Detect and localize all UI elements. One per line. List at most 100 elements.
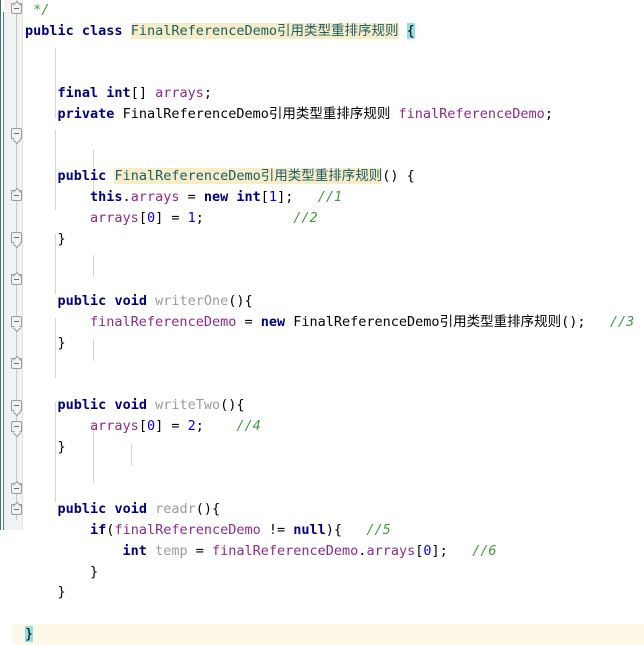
code-token: } bbox=[57, 584, 66, 601]
code-token: ]; bbox=[277, 189, 318, 206]
code-token: //6 bbox=[472, 542, 497, 559]
code-token: arrays bbox=[155, 85, 204, 102]
code-token: [ bbox=[138, 417, 147, 434]
line-blank-5[interactable] bbox=[23, 250, 644, 271]
line-writetwo-close[interactable]: } bbox=[23, 437, 644, 458]
line-blank-8[interactable] bbox=[23, 374, 644, 395]
code-token: writerOne bbox=[155, 293, 229, 310]
code-token: 0 bbox=[146, 417, 156, 434]
code-token: ; bbox=[544, 105, 553, 122]
code-token: = bbox=[187, 542, 212, 559]
fold-toggle-icon[interactable] bbox=[11, 316, 22, 327]
code-token: void bbox=[114, 397, 147, 414]
line-readr-if-close[interactable]: } bbox=[23, 562, 644, 583]
line-readr-temp[interactable]: int temp = finalReferenceDemo.arrays[0];… bbox=[23, 541, 644, 562]
fold-toggle-icon[interactable] bbox=[11, 483, 22, 494]
code-token: void bbox=[114, 293, 147, 310]
line-ctor-new-array[interactable]: this.arrays = new int[1]; //1 bbox=[23, 187, 644, 208]
line-blank-2[interactable] bbox=[23, 62, 644, 83]
editor-gutter[interactable] bbox=[4, 0, 23, 530]
fold-toggle-icon[interactable] bbox=[11, 3, 22, 14]
line-blank-4[interactable] bbox=[23, 146, 644, 167]
line-ctor-decl[interactable]: public FinalReferenceDemo引用类型重排序规则() { bbox=[23, 166, 644, 187]
line-blank-6[interactable] bbox=[23, 270, 644, 291]
line-field-ref[interactable]: private FinalReferenceDemo引用类型重排序规则 fina… bbox=[23, 104, 644, 125]
code-token: [ bbox=[260, 189, 269, 206]
code-token: ; bbox=[203, 85, 212, 102]
line-readr-close[interactable]: } bbox=[23, 582, 644, 603]
code-token: 0 bbox=[146, 209, 156, 226]
code-token: //3 bbox=[609, 313, 635, 330]
code-token: //1 bbox=[317, 189, 343, 206]
fold-toggle-icon[interactable] bbox=[11, 358, 22, 369]
code-token: [ bbox=[415, 542, 424, 559]
code-token: arrays bbox=[366, 542, 416, 559]
fold-rail bbox=[16, 0, 17, 520]
line-class-close[interactable]: } bbox=[13, 623, 644, 645]
line-blank-11[interactable] bbox=[23, 603, 644, 624]
line-writetwo-decl[interactable]: public void writeTwo(){ bbox=[23, 395, 644, 416]
code-editor[interactable]: */ public class FinalReferenceDemo引用类型重排序… bbox=[0, 0, 644, 645]
fold-toggle-icon[interactable] bbox=[11, 128, 22, 139]
code-token: public bbox=[25, 22, 74, 39]
line-ctor-assign[interactable]: arrays[0] = 1; //2 bbox=[23, 208, 644, 229]
line-writerone-close[interactable]: } bbox=[23, 333, 644, 354]
line-readr-decl[interactable]: public void readr(){ bbox=[23, 499, 644, 520]
line-blank-1[interactable] bbox=[23, 42, 644, 63]
code-token: public bbox=[57, 397, 107, 414]
code-token: new bbox=[203, 189, 229, 206]
line-blank-9[interactable] bbox=[23, 458, 644, 479]
code-token: class bbox=[81, 22, 123, 39]
code-token: this bbox=[90, 189, 123, 206]
line-writerone-body[interactable]: finalReferenceDemo = new FinalReferenceD… bbox=[23, 312, 644, 333]
code-token: public bbox=[57, 168, 107, 185]
code-token: void bbox=[114, 501, 147, 518]
code-token: new bbox=[260, 313, 286, 330]
code-token: int bbox=[236, 189, 261, 206]
code-line-list[interactable]: */ public class FinalReferenceDemo引用类型重排序… bbox=[13, 0, 644, 645]
code-token: ] = bbox=[155, 417, 188, 434]
line-ctor-close[interactable]: } bbox=[23, 229, 644, 250]
code-token: ; bbox=[195, 209, 294, 226]
code-token: //2 bbox=[293, 209, 318, 226]
line-field-arrays[interactable]: final int[] arrays; bbox=[23, 83, 644, 104]
fold-toggle-icon[interactable] bbox=[11, 190, 22, 201]
fold-toggle-icon[interactable] bbox=[11, 504, 22, 515]
fold-toggle-icon[interactable] bbox=[11, 421, 22, 432]
code-token: (){ bbox=[228, 293, 253, 310]
line-comment-close[interactable]: */ bbox=[23, 0, 644, 21]
code-token: = bbox=[236, 313, 261, 330]
code-token: 1 bbox=[268, 189, 278, 206]
fold-toggle-icon[interactable] bbox=[11, 400, 22, 411]
line-readr-if[interactable]: if(finalReferenceDemo != null){ //5 bbox=[23, 520, 644, 541]
fold-toggle-icon[interactable] bbox=[11, 274, 22, 285]
code-token: int bbox=[122, 542, 147, 559]
code-token: } bbox=[90, 563, 99, 580]
line-writerone-decl[interactable]: public void writerOne(){ bbox=[23, 291, 644, 312]
code-token: } bbox=[25, 625, 34, 642]
line-blank-7[interactable] bbox=[23, 354, 644, 375]
code-token: //4 bbox=[236, 417, 261, 434]
code-content[interactable]: */ public class FinalReferenceDemo引用类型重排序… bbox=[13, 0, 644, 645]
fold-toggle-icon[interactable] bbox=[11, 232, 22, 243]
line-blank-10[interactable] bbox=[23, 478, 644, 499]
line-class-decl[interactable]: public class FinalReferenceDemo引用类型重排序规则… bbox=[23, 21, 644, 42]
code-token: } bbox=[57, 334, 66, 351]
line-blank-3[interactable] bbox=[23, 125, 644, 146]
line-writetwo-body[interactable]: arrays[0] = 2; //4 bbox=[23, 416, 644, 437]
code-token: final bbox=[57, 85, 99, 102]
